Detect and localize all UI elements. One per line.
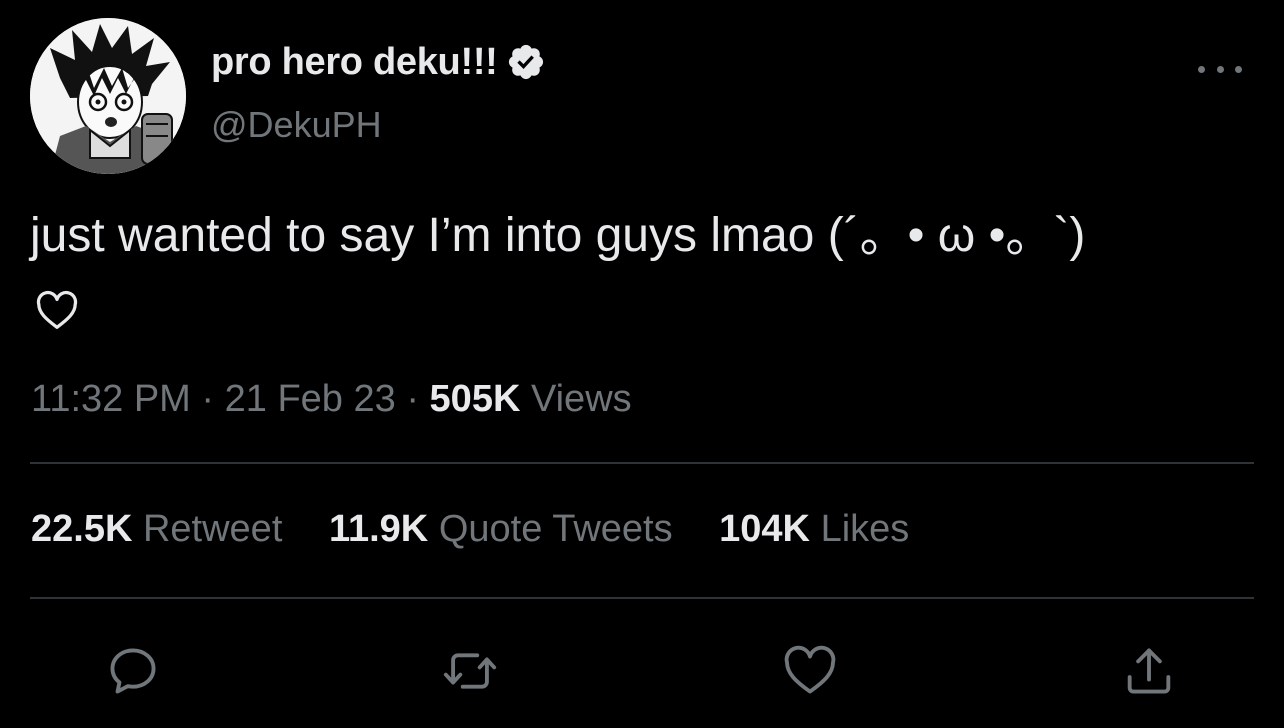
avatar[interactable]: [30, 18, 186, 174]
meta-separator: ·: [201, 378, 215, 420]
like-button[interactable]: [781, 642, 839, 700]
likes-count: 104K: [719, 508, 810, 550]
quotes-stat[interactable]: 11.9K Quote Tweets: [329, 508, 683, 550]
heart-outline-icon: [36, 290, 78, 329]
reply-button[interactable]: [104, 642, 162, 700]
likes-stat[interactable]: 104K Likes: [719, 508, 909, 550]
reply-bubble-icon: [110, 648, 156, 694]
author-row: pro hero deku!!!: [211, 38, 546, 86]
engagement-stats: 22.5K Retweet 11.9K Quote Tweets 104K Li…: [31, 508, 945, 551]
meta-separator: ·: [406, 378, 419, 420]
more-dot: [1198, 65, 1205, 73]
retweets-count: 22.5K: [31, 508, 133, 550]
divider: [30, 597, 1254, 599]
quotes-count: 11.9K: [328, 508, 429, 550]
retweets-stat[interactable]: 22.5K Retweet: [31, 508, 293, 550]
verified-badge-icon: [508, 44, 543, 80]
tweet-text: just wanted to say I’m into guys lmao (´…: [30, 209, 1086, 262]
divider: [30, 462, 1254, 464]
quotes-label: Quote Tweets: [438, 508, 673, 550]
retweet-button[interactable]: [441, 642, 499, 700]
more-dot: [1216, 65, 1224, 73]
avatar-image: [30, 18, 186, 174]
more-dot: [1235, 65, 1242, 73]
more-options-icon[interactable]: [1198, 55, 1242, 83]
share-upload-icon: [1127, 648, 1171, 694]
views-label[interactable]: Views: [531, 378, 632, 420]
tweet-detail: pro hero deku!!! @DekuPH just wanted to …: [0, 0, 1284, 728]
display-name[interactable]: pro hero deku!!!: [211, 41, 498, 84]
share-button[interactable]: [1120, 642, 1178, 700]
tweet-time[interactable]: 11:32 PM: [31, 378, 191, 420]
author-handle[interactable]: @DekuPH: [211, 104, 382, 146]
tweet-meta: 11:32 PM · 21 Feb 23 · 505K Views: [31, 378, 632, 421]
retweet-icon: [443, 653, 497, 689]
views-count[interactable]: 505K: [430, 378, 521, 420]
like-heart-icon: [784, 645, 836, 694]
tweet-date[interactable]: 21 Feb 23: [225, 378, 396, 420]
likes-label: Likes: [820, 508, 910, 550]
retweets-label: Retweet: [142, 508, 283, 550]
